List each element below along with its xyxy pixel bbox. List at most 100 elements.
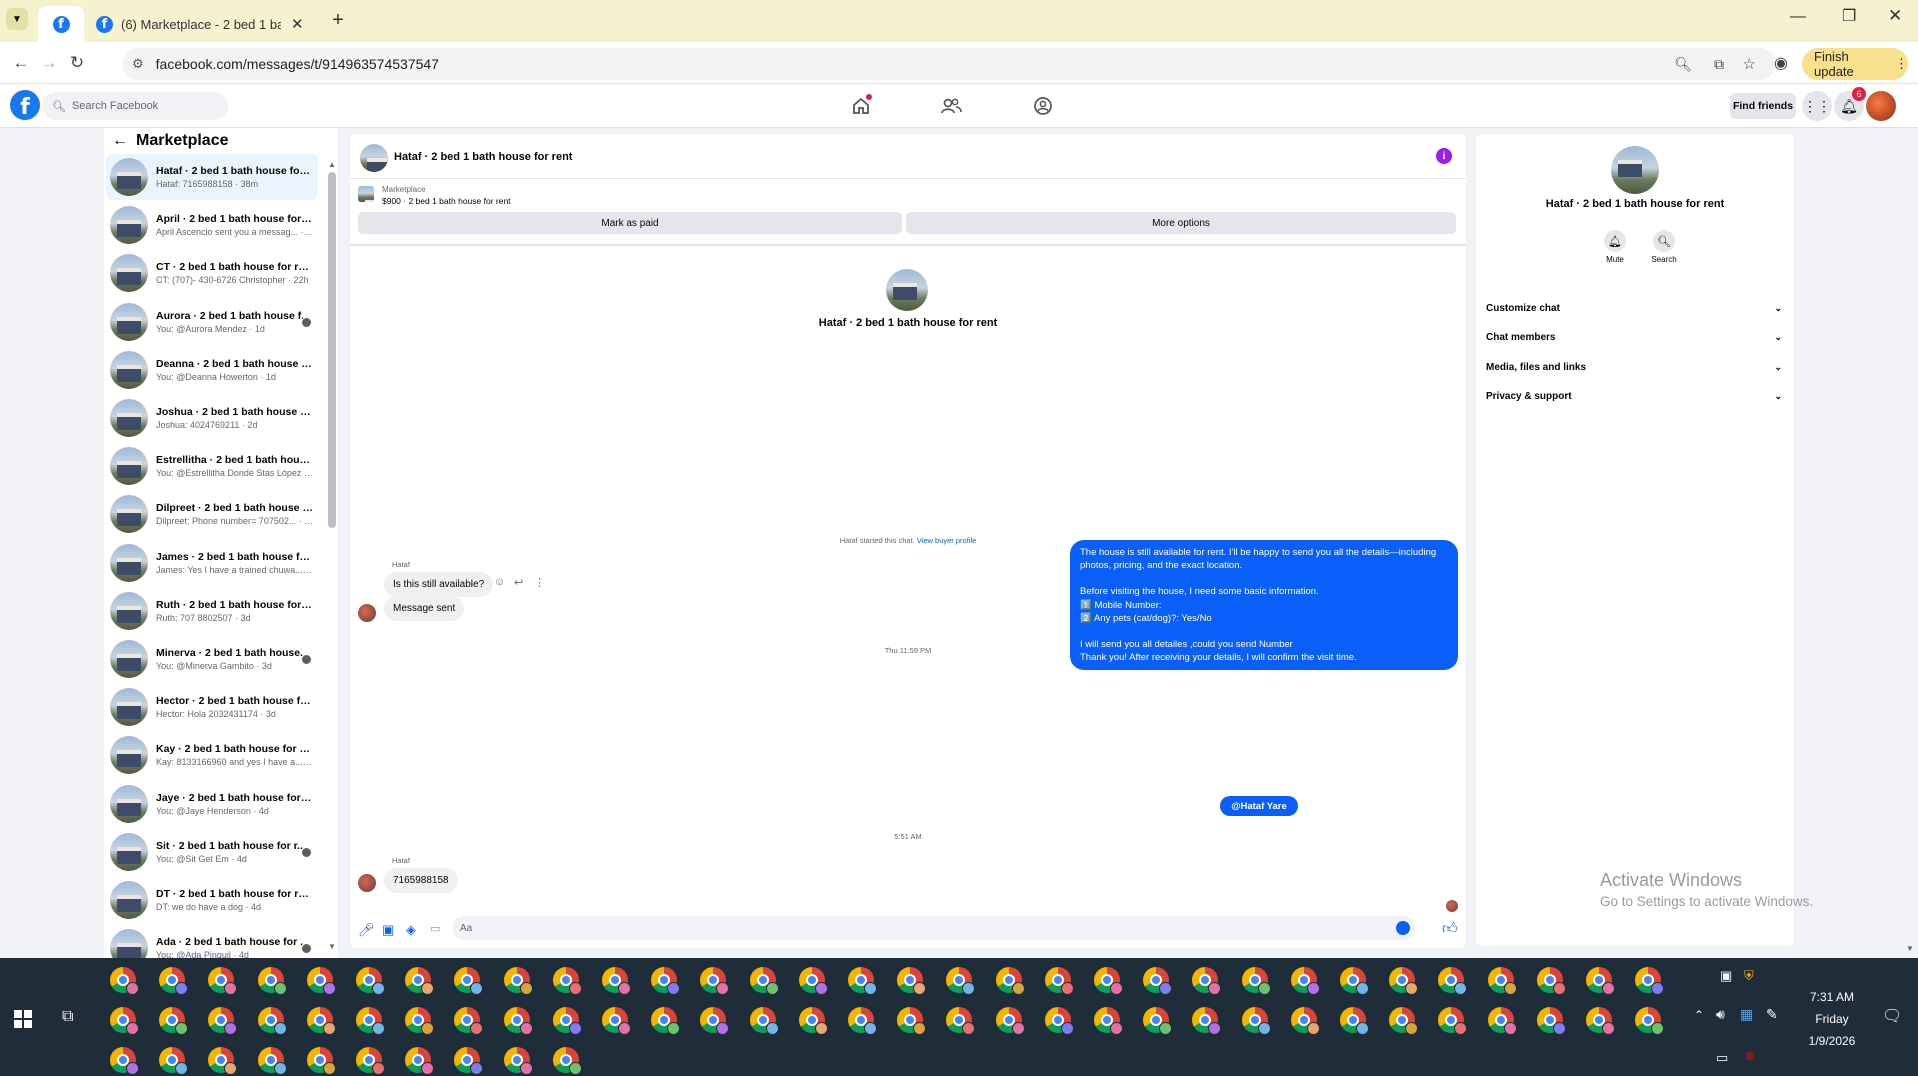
conversation-item[interactable]: Hataf · 2 bed 1 bath house for r... Hataf… (106, 154, 318, 200)
reply-icon[interactable]: ↩ (514, 576, 523, 589)
conversation-list-scrollbar[interactable] (328, 172, 336, 528)
view-buyer-profile-link[interactable]: View buyer profile (917, 536, 976, 545)
chrome-taskbar-icon[interactable] (1241, 1007, 1271, 1035)
chrome-taskbar-icon[interactable] (700, 967, 730, 995)
tab-facebook-1[interactable]: f (38, 6, 84, 42)
chrome-taskbar-icon[interactable] (798, 967, 828, 995)
chrome-taskbar-icon[interactable] (1586, 1007, 1615, 1035)
install-icon[interactable]: ⧉ (1714, 56, 1724, 73)
chrome-taskbar-icon[interactable] (1389, 967, 1419, 995)
voice-clip-icon[interactable]: 🎤︎ (358, 922, 375, 938)
chrome-taskbar-icon[interactable] (454, 1047, 484, 1075)
listing-thumbnail[interactable] (358, 186, 374, 202)
start-button[interactable] (14, 1010, 32, 1028)
conversation-item[interactable]: Ruth · 2 bed 1 bath house for r... Ruth: … (106, 588, 318, 634)
network-icon[interactable]: ▦ (1740, 1006, 1753, 1023)
chrome-taskbar-icon[interactable] (257, 967, 287, 995)
record-icon[interactable] (1746, 1052, 1754, 1060)
clock-day[interactable]: Friday (1800, 1012, 1864, 1026)
back-arrow-icon[interactable]: ← (112, 132, 128, 150)
sender-avatar[interactable] (358, 874, 376, 892)
chrome-taskbar-icon[interactable] (503, 967, 533, 995)
chrome-taskbar-icon[interactable] (405, 1047, 435, 1075)
chrome-taskbar-icon[interactable] (356, 967, 385, 995)
mark-as-paid-button[interactable]: Mark as paid (358, 212, 902, 234)
chrome-taskbar-icon[interactable] (897, 1007, 927, 1035)
page-scroll-down-icon[interactable]: ▼ (1906, 944, 1914, 953)
clock-date[interactable]: 1/9/2026 (1800, 1034, 1864, 1048)
like-thumb-icon[interactable]: 👍︎ (1442, 920, 1458, 938)
chrome-taskbar-icon[interactable] (159, 1047, 189, 1075)
chrome-taskbar-icon[interactable] (848, 967, 877, 995)
mention-bubble[interactable]: @Hataf Yare (1220, 796, 1298, 816)
sent-message-bubble[interactable]: The house is still available for rent. I… (1070, 540, 1458, 671)
chrome-taskbar-icon[interactable] (1536, 1007, 1566, 1035)
display-icon[interactable]: ▭ (1716, 1050, 1728, 1066)
task-view-icon[interactable]: ⧉ (62, 1008, 73, 1026)
profile-icon[interactable]: ◉ (1768, 50, 1794, 76)
conversation-item[interactable]: Kay · 2 bed 1 bath house for rent Kay: 81… (106, 732, 318, 778)
chrome-taskbar-icon[interactable] (257, 1007, 287, 1035)
finish-update-button[interactable]: Finish update ⋮ (1802, 48, 1908, 80)
chrome-taskbar-icon[interactable] (356, 1007, 385, 1035)
facebook-search-input[interactable]: 🔍︎ Search Facebook (42, 92, 228, 120)
chrome-taskbar-icon[interactable] (110, 1047, 139, 1075)
bookmark-star-icon[interactable]: ☆ (1743, 55, 1756, 73)
chrome-taskbar-icon[interactable] (454, 1007, 484, 1035)
conversation-item[interactable]: Joshua · 2 bed 1 bath house for... Joshua… (106, 395, 318, 441)
chrome-taskbar-icon[interactable] (110, 967, 139, 995)
facebook-logo[interactable]: f (10, 90, 40, 120)
chrome-taskbar-icon[interactable] (749, 1007, 779, 1035)
close-icon[interactable]: ✕ (291, 15, 304, 33)
chrome-taskbar-icon[interactable] (552, 1007, 582, 1035)
info-section-row[interactable]: Media, files and links ⌄ (1486, 355, 1782, 379)
find-friends-button[interactable]: Find friends (1730, 93, 1796, 119)
message-bubble[interactable]: Message sent (384, 596, 465, 621)
chrome-taskbar-icon[interactable] (110, 1007, 139, 1035)
message-input[interactable]: Aa (452, 916, 1416, 940)
chrome-taskbar-icon[interactable] (208, 1047, 238, 1075)
info-section-row[interactable]: Customize chat ⌄ (1486, 296, 1782, 320)
conversation-item[interactable]: DT · 2 bed 1 bath house for rent DT: we d… (106, 877, 318, 923)
chrome-taskbar-icon[interactable] (1044, 967, 1074, 995)
minimize-button[interactable]: — (1790, 8, 1806, 26)
chrome-taskbar-icon[interactable] (356, 1047, 385, 1075)
chrome-taskbar-icon[interactable] (602, 1007, 631, 1035)
chrome-taskbar-icon[interactable] (405, 1007, 435, 1035)
chrome-taskbar-icon[interactable] (602, 967, 631, 995)
friends-icon[interactable] (938, 94, 964, 118)
clock-time[interactable]: 7:31 AM (1800, 990, 1864, 1004)
conversation-item[interactable]: CT · 2 bed 1 bath house for rent CT: (707… (106, 250, 318, 296)
address-bar[interactable]: ⚙ facebook.com/messages/t/91496357453754… (122, 48, 1776, 80)
conversation-item[interactable]: April · 2 bed 1 bath house for r... April… (106, 202, 318, 248)
chrome-taskbar-icon[interactable] (848, 1007, 877, 1035)
react-emoji-icon[interactable]: ☺ (494, 576, 505, 588)
chrome-taskbar-icon[interactable] (749, 967, 779, 995)
chrome-taskbar-icon[interactable] (1438, 1007, 1468, 1035)
notifications-center-icon[interactable]: 🗨︎ (1882, 1006, 1902, 1026)
chrome-taskbar-icon[interactable] (946, 967, 976, 995)
chrome-taskbar-icon[interactable] (1438, 967, 1468, 995)
chrome-taskbar-icon[interactable] (405, 967, 435, 995)
close-window-button[interactable]: ✕ (1888, 6, 1902, 26)
conversation-item[interactable]: Ada · 2 bed 1 bath house for ... You: @Ad… (106, 925, 318, 958)
search-chat-button[interactable]: 🔍︎ Search (1644, 230, 1684, 264)
info-section-row[interactable]: Chat members ⌄ (1486, 326, 1782, 350)
tab-marketplace[interactable]: f (6) Marketplace - 2 bed 1 bath ✕ (92, 6, 316, 42)
chrome-taskbar-icon[interactable] (1340, 967, 1369, 995)
conversation-item[interactable]: Deanna · 2 bed 1 bath house fo... You: @D… (106, 347, 318, 393)
zoom-icon[interactable]: 🔍︎ (1674, 56, 1692, 73)
gif-icon[interactable]: ▭ (430, 922, 440, 935)
site-info-icon[interactable]: ⚙ (132, 56, 144, 72)
chrome-taskbar-icon[interactable] (1290, 967, 1320, 995)
sticker-icon[interactable]: ◈ (406, 922, 416, 938)
chrome-taskbar-icon[interactable] (503, 1047, 533, 1075)
chrome-taskbar-icon[interactable] (1241, 967, 1271, 995)
new-tab-button[interactable]: + (326, 8, 350, 32)
conversation-item[interactable]: Minerva · 2 bed 1 bath house... You: @Min… (106, 636, 318, 682)
scroll-down-icon[interactable]: ▼ (328, 942, 336, 951)
tab-search-button[interactable]: ▼ (6, 8, 28, 30)
pen-icon[interactable]: ✎ (1766, 1006, 1778, 1023)
conversation-item[interactable]: James · 2 bed 1 bath house for ... James:… (106, 540, 318, 586)
chrome-taskbar-icon[interactable] (454, 967, 484, 995)
